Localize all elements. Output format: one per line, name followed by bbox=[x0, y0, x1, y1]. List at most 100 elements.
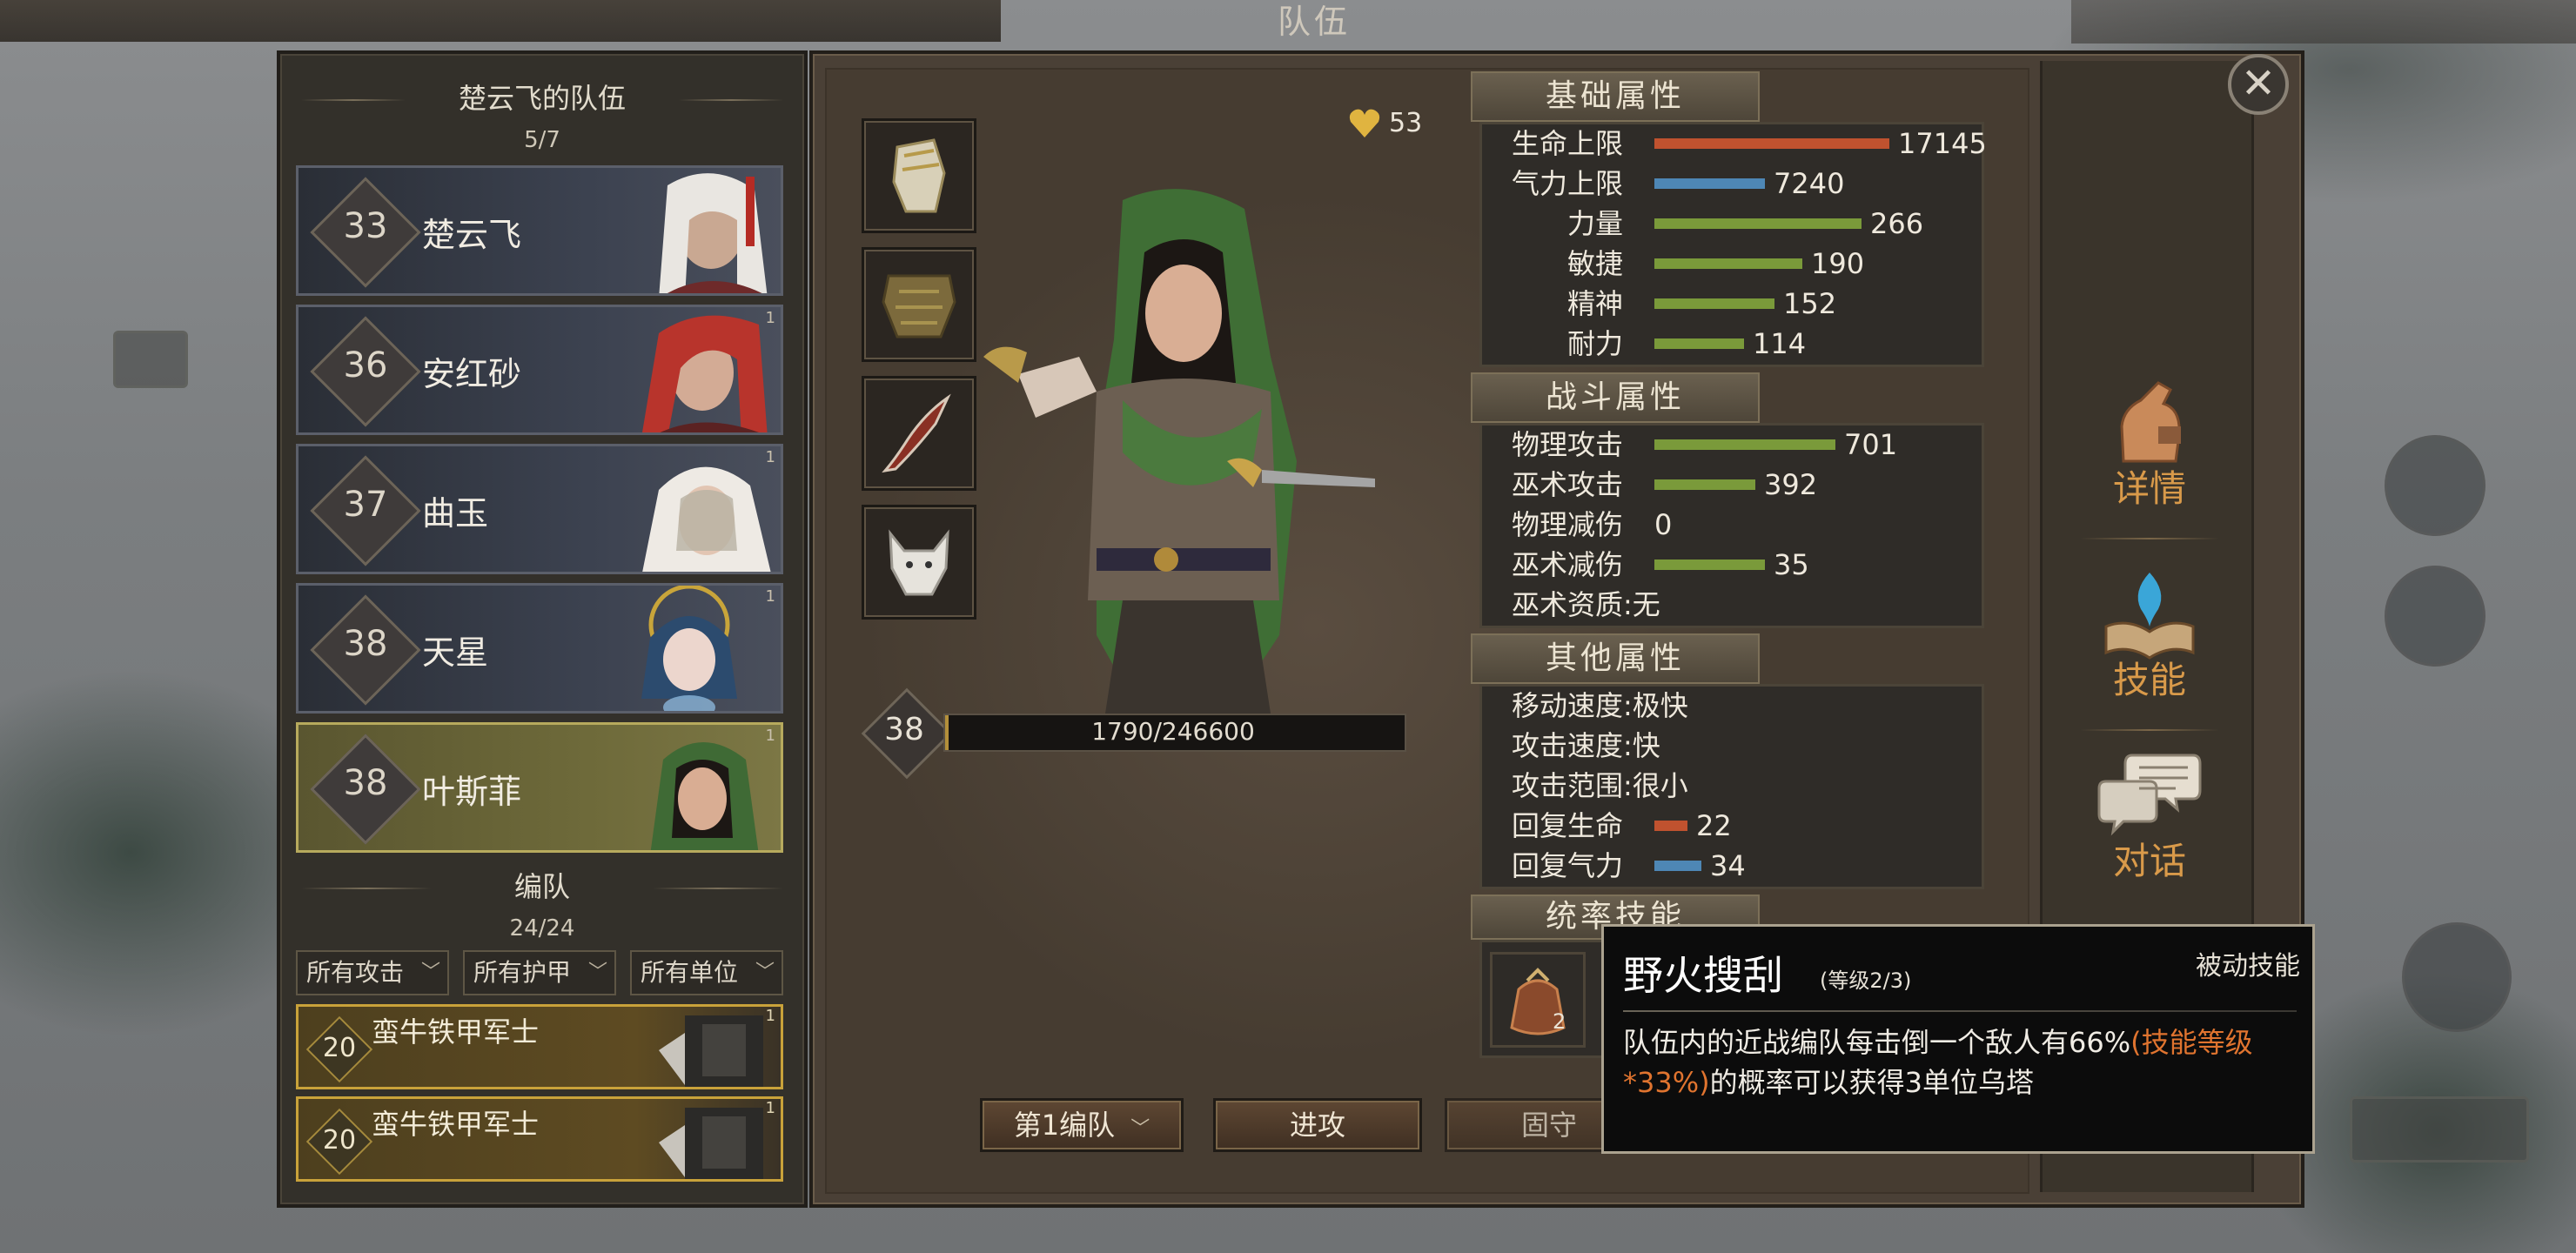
details-button[interactable]: 详情 bbox=[2071, 365, 2228, 531]
gauntlet-icon bbox=[892, 138, 946, 213]
stat-bar bbox=[1654, 559, 1765, 570]
unit-level: 20 bbox=[322, 1033, 357, 1063]
basic-stats-box: 生命上限 17145 气力上限 7240 力量 266 敏捷 190 精神 152 耐力 114 bbox=[1479, 122, 1987, 367]
top-resource-bar bbox=[0, 0, 1001, 42]
unit-level: 20 bbox=[322, 1125, 357, 1156]
party-member-card[interactable]: 38 天星 1 bbox=[296, 583, 783, 714]
equipment-slot[interactable] bbox=[862, 505, 976, 620]
chevron-down-icon: ﹀ bbox=[587, 962, 607, 983]
party-member-card-selected[interactable]: 38 叶斯菲 1 bbox=[296, 722, 783, 853]
details-label: 详情 bbox=[2112, 467, 2186, 510]
combat-stats-header: 战斗属性 bbox=[1471, 372, 1760, 423]
member-level: 38 bbox=[343, 763, 388, 803]
skill-name: 野火搜刮 bbox=[1623, 952, 1783, 999]
filter-label: 所有护甲 bbox=[473, 958, 572, 987]
formation-select-dropdown[interactable]: 第1编队 ﹀ bbox=[980, 1098, 1184, 1152]
stat-label: 物理攻击 bbox=[1511, 428, 1623, 461]
member-name: 叶斯菲 bbox=[422, 773, 522, 811]
stat-value: 34 bbox=[1710, 849, 1746, 882]
skills-button[interactable]: 技能 bbox=[2071, 557, 2228, 722]
member-portrait bbox=[659, 173, 768, 293]
loot-bag-icon bbox=[1510, 968, 1566, 1035]
stat-value: 392 bbox=[1764, 468, 1818, 501]
skills-label: 技能 bbox=[2112, 659, 2186, 701]
stat-label: 回复生命 bbox=[1511, 809, 1623, 842]
description-text: 队伍内的近战编队每击倒一个敌人有66% bbox=[1623, 1026, 2131, 1059]
stat-label: 物理减伤 bbox=[1511, 508, 1623, 541]
member-name: 曲玉 bbox=[422, 494, 489, 533]
stat-bar bbox=[1654, 178, 1765, 189]
stat-label: 生命上限 bbox=[1511, 127, 1623, 160]
stat-label: 耐力 bbox=[1566, 327, 1623, 360]
chevron-down-icon: ﹀ bbox=[755, 962, 775, 983]
equipment-slot[interactable] bbox=[862, 118, 976, 233]
stat-bar bbox=[1654, 218, 1862, 229]
skill-description: 队伍内的近战编队每击倒一个敌人有66%(技能等级*33%)的概率可以获得3单位乌… bbox=[1623, 1022, 2302, 1102]
stat-row: 物理攻击 701 bbox=[1482, 425, 1987, 464]
member-level: 37 bbox=[343, 485, 388, 525]
stat-value: 266 bbox=[1870, 207, 1924, 240]
unit-filter-dropdown[interactable]: 所有单位 ﹀ bbox=[630, 950, 783, 995]
stat-label: 攻击范围 bbox=[1511, 769, 1623, 802]
stat-row: 巫术减伤 35 bbox=[1482, 546, 1987, 584]
unit-card[interactable]: 20 蛮牛铁甲军士 1 bbox=[296, 1096, 783, 1182]
character-level: 38 bbox=[884, 712, 924, 747]
stat-label: 巫术攻击 bbox=[1511, 468, 1623, 501]
stat-label: 力量 bbox=[1566, 207, 1623, 240]
unit-card[interactable]: 20 蛮牛铁甲军士 1 bbox=[296, 1004, 783, 1089]
member-portrait bbox=[642, 315, 768, 432]
attack-filter-dropdown[interactable]: 所有攻击 ﹀ bbox=[296, 950, 449, 995]
stat-bar bbox=[1654, 338, 1744, 349]
stat-label: 巫术资质 bbox=[1511, 588, 1623, 621]
top-right-bar bbox=[2071, 0, 2576, 44]
party-member-card[interactable]: 37 曲玉 1 bbox=[296, 444, 783, 574]
other-stats-box: 移动速度:极快 攻击速度:快 攻击范围:很小 回复生命 22 回复气力 34 bbox=[1479, 684, 1984, 889]
unit-name: 蛮牛铁甲军士 bbox=[372, 1015, 540, 1049]
close-icon: ✕ bbox=[2240, 59, 2277, 108]
stat-label: 气力上限 bbox=[1511, 167, 1623, 200]
stat-bar bbox=[1654, 258, 1802, 269]
stat-label: 回复气力 bbox=[1511, 849, 1623, 882]
close-button[interactable]: ✕ bbox=[2228, 54, 2289, 115]
stat-bar bbox=[1654, 138, 1889, 149]
equipment-slot[interactable] bbox=[862, 376, 976, 491]
stat-row: 精神 152 bbox=[1482, 285, 1987, 323]
experience-text: 1790/246600 bbox=[1091, 717, 1255, 746]
equipment-slot[interactable] bbox=[862, 247, 976, 362]
chevron-down-icon: ﹀ bbox=[420, 962, 440, 983]
filter-label: 所有攻击 bbox=[306, 958, 405, 987]
stat-value: 7240 bbox=[1774, 167, 1845, 200]
dialogue-button[interactable]: 对话 bbox=[2071, 738, 2228, 903]
stat-text-value: :无 bbox=[1623, 588, 1660, 621]
party-panel: 楚云飞的队伍 5/7 33 楚云飞 36 安红砂 1 37 曲玉 1 38 天星… bbox=[277, 50, 808, 1208]
formation-title: 编队 bbox=[513, 870, 570, 903]
party-member-card[interactable]: 36 安红砂 1 bbox=[296, 305, 783, 435]
skill-level: (等级2/3) bbox=[1820, 968, 1912, 993]
stat-bar bbox=[1654, 861, 1701, 871]
divider bbox=[301, 99, 406, 101]
stat-row: 巫术攻击 392 bbox=[1482, 466, 1987, 504]
divider bbox=[301, 888, 432, 889]
wolf-companion-icon bbox=[889, 529, 949, 596]
stat-label: 攻击速度 bbox=[1511, 729, 1623, 762]
command-skill-level: 2 bbox=[1553, 1009, 1566, 1034]
stat-bar bbox=[1654, 821, 1687, 831]
attack-button[interactable]: 进攻 bbox=[1213, 1098, 1422, 1152]
party-member-card[interactable]: 33 楚云飞 bbox=[296, 165, 783, 296]
stat-row: 攻击范围:很小 bbox=[1482, 767, 1987, 805]
stat-bar bbox=[1654, 479, 1755, 490]
character-portrait bbox=[983, 189, 1375, 714]
stat-value: 0 bbox=[1654, 508, 1673, 541]
dialogue-label: 对话 bbox=[2112, 840, 2186, 882]
command-skill-slot[interactable] bbox=[1490, 952, 1586, 1048]
basic-stats-header: 基础属性 bbox=[1471, 71, 1760, 122]
stat-value: 22 bbox=[1696, 809, 1732, 842]
stat-label: 巫术减伤 bbox=[1511, 548, 1623, 581]
affection-value: 53 bbox=[1389, 108, 1423, 138]
armor-filter-dropdown[interactable]: 所有护甲 ﹀ bbox=[463, 950, 616, 995]
description-text: 的概率可以获得3单位乌塔 bbox=[1709, 1066, 2034, 1099]
divider bbox=[1623, 1010, 2297, 1012]
stat-row: 攻击速度:快 bbox=[1482, 727, 1987, 765]
member-level: 38 bbox=[343, 624, 388, 664]
member-name: 楚云飞 bbox=[422, 216, 522, 254]
